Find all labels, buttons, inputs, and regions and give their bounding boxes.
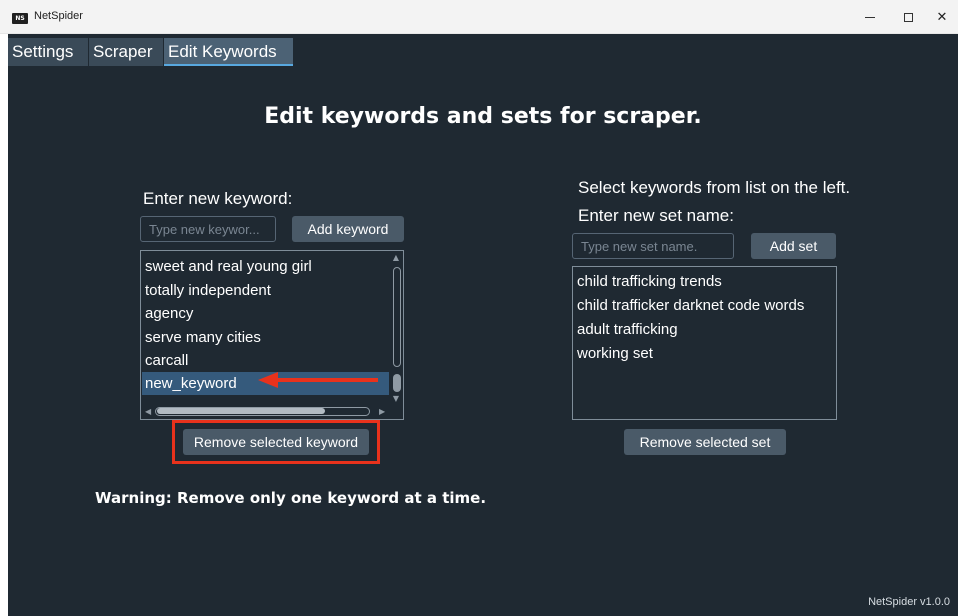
window-title: NetSpider (34, 10, 83, 22)
app-content: Settings Scraper Edit Keywords Edit keyw… (8, 34, 958, 616)
new-set-label: Enter new set name: (578, 206, 734, 225)
scroll-down-icon[interactable]: ▼ (393, 394, 399, 403)
version-label: NetSpider v1.0.0 (868, 596, 950, 608)
page-title: Edit keywords and sets for scraper. (264, 104, 702, 129)
tab-scraper[interactable]: Scraper (89, 38, 163, 66)
vertical-scroll-track[interactable] (393, 267, 401, 367)
list-item[interactable]: working set (577, 342, 653, 365)
tab-settings[interactable]: Settings (8, 38, 88, 66)
list-item[interactable]: child trafficker darknet code words (577, 294, 804, 317)
title-bar: NS NetSpider ✕ (0, 0, 958, 34)
close-button[interactable]: ✕ (922, 0, 958, 34)
list-item[interactable]: adult trafficking (577, 318, 678, 341)
sets-list[interactable]: child trafficking trends child trafficke… (572, 266, 837, 420)
list-item[interactable]: sweet and real young girl (145, 255, 312, 278)
annotation-highlight-box (172, 420, 380, 464)
warning-text: Warning: Remove only one keyword at a ti… (95, 489, 487, 507)
scroll-up-icon[interactable]: ▲ (393, 253, 399, 262)
tab-edit-keywords[interactable]: Edit Keywords (164, 38, 293, 66)
new-keyword-label: Enter new keyword: (143, 189, 293, 208)
scroll-right-icon[interactable]: ▶ (379, 407, 385, 416)
tab-bar: Settings Scraper Edit Keywords (8, 34, 958, 68)
remove-set-button[interactable]: Remove selected set (624, 429, 786, 455)
list-item[interactable]: child trafficking trends (577, 270, 722, 293)
app-icon: NS (12, 13, 28, 24)
add-set-button[interactable]: Add set (751, 233, 836, 259)
list-item[interactable]: carcall (145, 349, 188, 372)
list-item[interactable]: agency (145, 302, 193, 325)
add-keyword-button[interactable]: Add keyword (292, 216, 404, 242)
list-item[interactable]: serve many cities (145, 326, 261, 349)
scroll-left-icon[interactable]: ◀ (145, 407, 151, 416)
new-set-input[interactable] (572, 233, 734, 259)
minimize-icon (865, 16, 875, 18)
new-keyword-input[interactable] (140, 216, 276, 242)
annotation-arrow-icon (258, 372, 378, 388)
close-icon: ✕ (936, 9, 948, 25)
horizontal-scroll-thumb[interactable] (157, 408, 325, 414)
vertical-scroll-thumb[interactable] (393, 374, 401, 392)
maximize-icon (903, 12, 913, 22)
minimize-button[interactable] (850, 0, 890, 34)
sets-instruction: Select keywords from list on the left. (578, 178, 851, 197)
list-item[interactable]: totally independent (145, 279, 271, 302)
keywords-list[interactable]: sweet and real young girl totally indepe… (140, 250, 404, 420)
